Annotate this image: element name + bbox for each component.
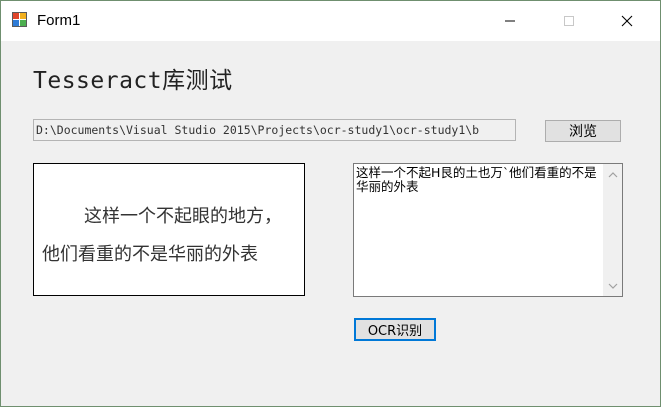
vertical-scrollbar[interactable] xyxy=(603,164,622,296)
scroll-down-button[interactable] xyxy=(603,277,622,294)
form1-window: Form1 Tesseract库测试 D:\Documents\Visual S… xyxy=(0,0,661,407)
maximize-button[interactable] xyxy=(546,1,592,41)
ocr-result-text: 这样一个不起H艮的土也万`他们看重的不是华丽的外表 xyxy=(356,165,597,194)
chevron-up-icon xyxy=(608,171,617,177)
browse-button[interactable]: 浏览 xyxy=(545,120,621,142)
image-text-line-2: 他们看重的不是华丽的外表 xyxy=(42,244,258,265)
close-icon xyxy=(621,15,633,27)
minimize-button[interactable] xyxy=(487,1,533,41)
page-heading: Tesseract库测试 xyxy=(33,68,233,94)
window-title: Form1 xyxy=(37,12,81,29)
file-path-field[interactable]: D:\Documents\Visual Studio 2015\Projects… xyxy=(33,119,516,141)
minimize-icon xyxy=(505,20,515,22)
scroll-up-button[interactable] xyxy=(603,166,622,183)
image-text-line-1: 这样一个不起眼的地方， xyxy=(84,206,282,227)
close-button[interactable] xyxy=(604,1,650,41)
ocr-result-textbox[interactable]: 这样一个不起H艮的土也万`他们看重的不是华丽的外表 xyxy=(353,163,623,297)
source-image-box: 这样一个不起眼的地方， 他们看重的不是华丽的外表 xyxy=(33,163,305,296)
title-bar[interactable]: Form1 xyxy=(1,1,660,41)
chevron-down-icon xyxy=(608,283,617,289)
maximize-icon xyxy=(564,16,574,26)
ocr-recognize-button[interactable]: OCR识别 xyxy=(354,318,436,341)
winforms-app-icon xyxy=(12,12,27,27)
